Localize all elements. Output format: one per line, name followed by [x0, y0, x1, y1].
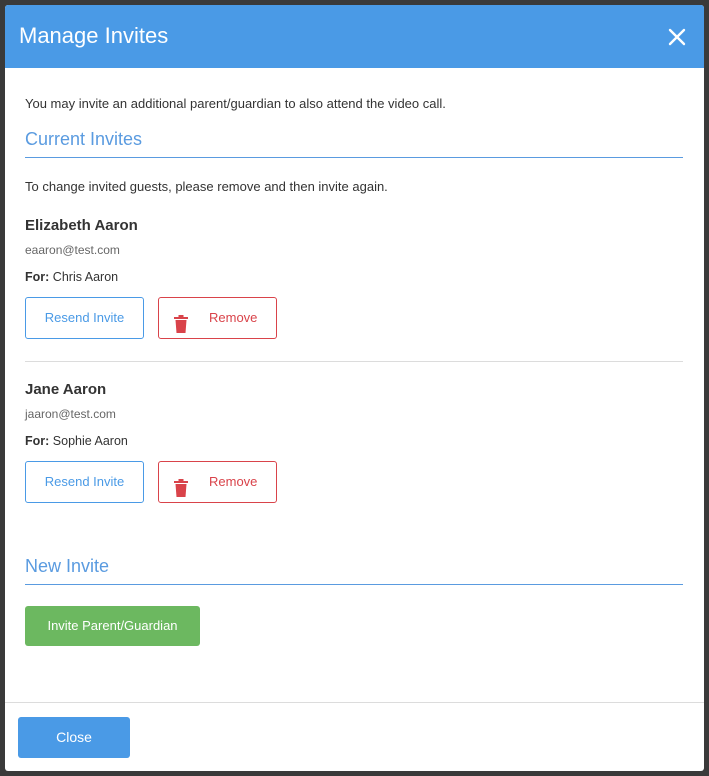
intro-text: You may invite an additional parent/guar… — [25, 96, 446, 111]
for-label: For: — [25, 434, 50, 448]
invite-for: For: Chris Aaron — [25, 270, 118, 284]
remove-button[interactable]: Remove — [158, 297, 277, 339]
invite-divider — [25, 361, 683, 362]
invite-for: For: Sophie Aaron — [25, 434, 128, 448]
new-invite-title: New Invite — [25, 556, 110, 576]
for-value: Sophie Aaron — [52, 434, 128, 448]
close-icon[interactable] — [665, 25, 689, 49]
close-button[interactable]: Close — [18, 717, 130, 758]
modal-title: Manage Invites — [19, 23, 169, 48]
footer-divider — [5, 702, 704, 703]
trash-icon — [173, 473, 189, 497]
resend-invite-button[interactable]: Resend Invite — [25, 297, 144, 339]
invite-parent-guardian-button[interactable]: Invite Parent/Guardian — [25, 606, 200, 646]
current-invites-rule — [25, 157, 683, 158]
invite-email: jaaron@test.com — [25, 407, 116, 421]
remove-button[interactable]: Remove — [158, 461, 277, 503]
modal-header: Manage Invites — [5, 5, 704, 68]
for-label: For: — [25, 270, 50, 284]
new-invite-rule — [25, 584, 683, 585]
for-value: Chris Aaron — [52, 270, 119, 284]
resend-invite-button[interactable]: Resend Invite — [25, 461, 144, 503]
manage-invites-modal: Manage Invites You may invite an additio… — [5, 5, 704, 771]
current-invites-title: Current Invites — [25, 129, 143, 149]
remove-label: Remove — [209, 310, 258, 325]
trash-icon — [173, 309, 189, 333]
remove-label: Remove — [209, 474, 258, 489]
invite-name: Jane Aaron — [25, 381, 107, 398]
invite-email: eaaron@test.com — [25, 243, 120, 257]
invite-name: Elizabeth Aaron — [25, 217, 138, 234]
change-guests-note: To change invited guests, please remove … — [25, 179, 388, 194]
